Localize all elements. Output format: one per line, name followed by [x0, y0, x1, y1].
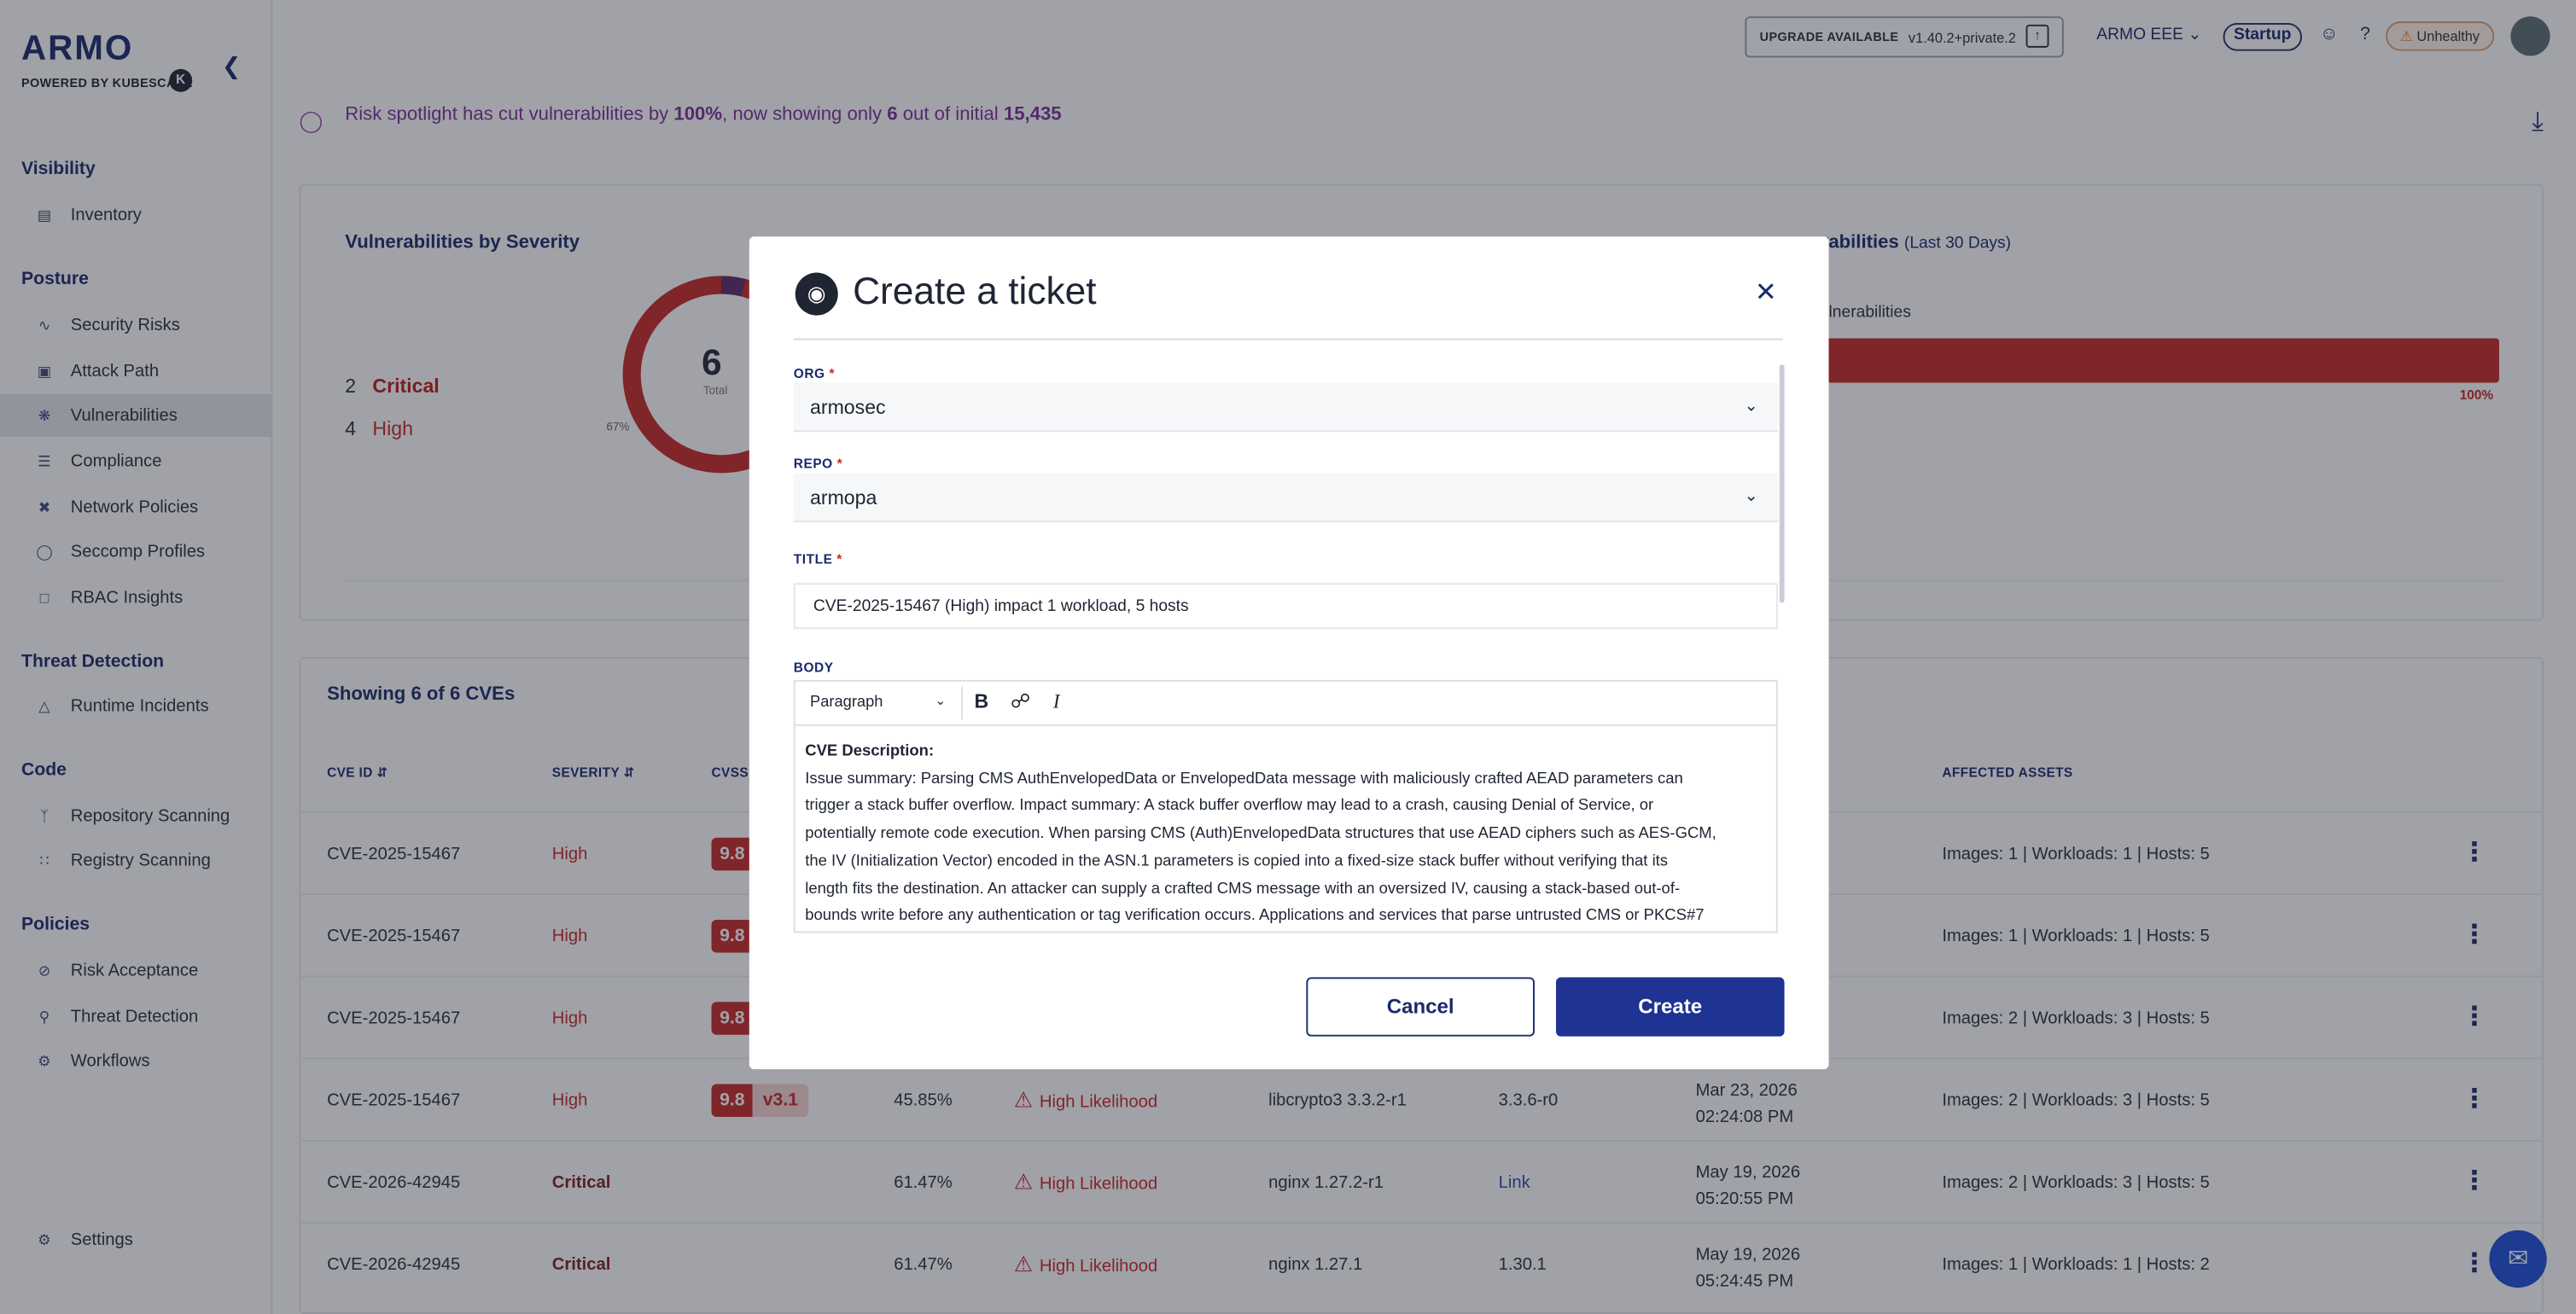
close-icon[interactable]: ✕ — [1755, 276, 1777, 309]
chevron-down-icon: ⌄ — [1744, 397, 1758, 416]
chevron-down-icon: ⌄ — [935, 693, 947, 708]
body-label: BODY — [793, 660, 834, 676]
divider — [793, 338, 1783, 340]
repo-select[interactable]: armopa ⌄ — [793, 473, 1778, 523]
create-button[interactable]: Create — [1555, 977, 1785, 1037]
link-icon[interactable]: ☍ — [1011, 690, 1030, 713]
title-label: TITLE * — [793, 551, 842, 567]
body-content[interactable]: CVE Description: Issue summary: Parsing … — [805, 739, 1766, 931]
title-input[interactable]: CVE-2025-15467 (High) impact 1 workload,… — [793, 583, 1778, 630]
org-label: ORG * — [793, 366, 836, 381]
donut-total-label: Total — [702, 386, 728, 398]
repo-label: REPO * — [793, 456, 843, 472]
body-editor[interactable]: Paragraph ⌄ B ☍ I CVE Description: Issue… — [793, 679, 1778, 933]
create-ticket-modal: ◉ Create a ticket ✕ ORG * armosec ⌄ REPO … — [749, 236, 1829, 1070]
bold-icon[interactable]: B — [975, 690, 989, 713]
github-icon: ◉ — [795, 272, 838, 316]
editor-toolbar: Paragraph ⌄ B ☍ I — [795, 681, 1776, 726]
chevron-down-icon: ⌄ — [1744, 487, 1758, 506]
divider — [961, 686, 964, 720]
modal-title: Create a ticket — [853, 269, 1097, 312]
modal-scrollbar[interactable] — [1779, 364, 1785, 603]
block-format-select[interactable]: Paragraph — [810, 693, 883, 711]
org-select[interactable]: armosec ⌄ — [793, 382, 1778, 433]
italic-icon[interactable]: I — [1053, 690, 1060, 715]
cancel-button[interactable]: Cancel — [1306, 977, 1535, 1037]
donut-total: 6 — [701, 341, 722, 383]
